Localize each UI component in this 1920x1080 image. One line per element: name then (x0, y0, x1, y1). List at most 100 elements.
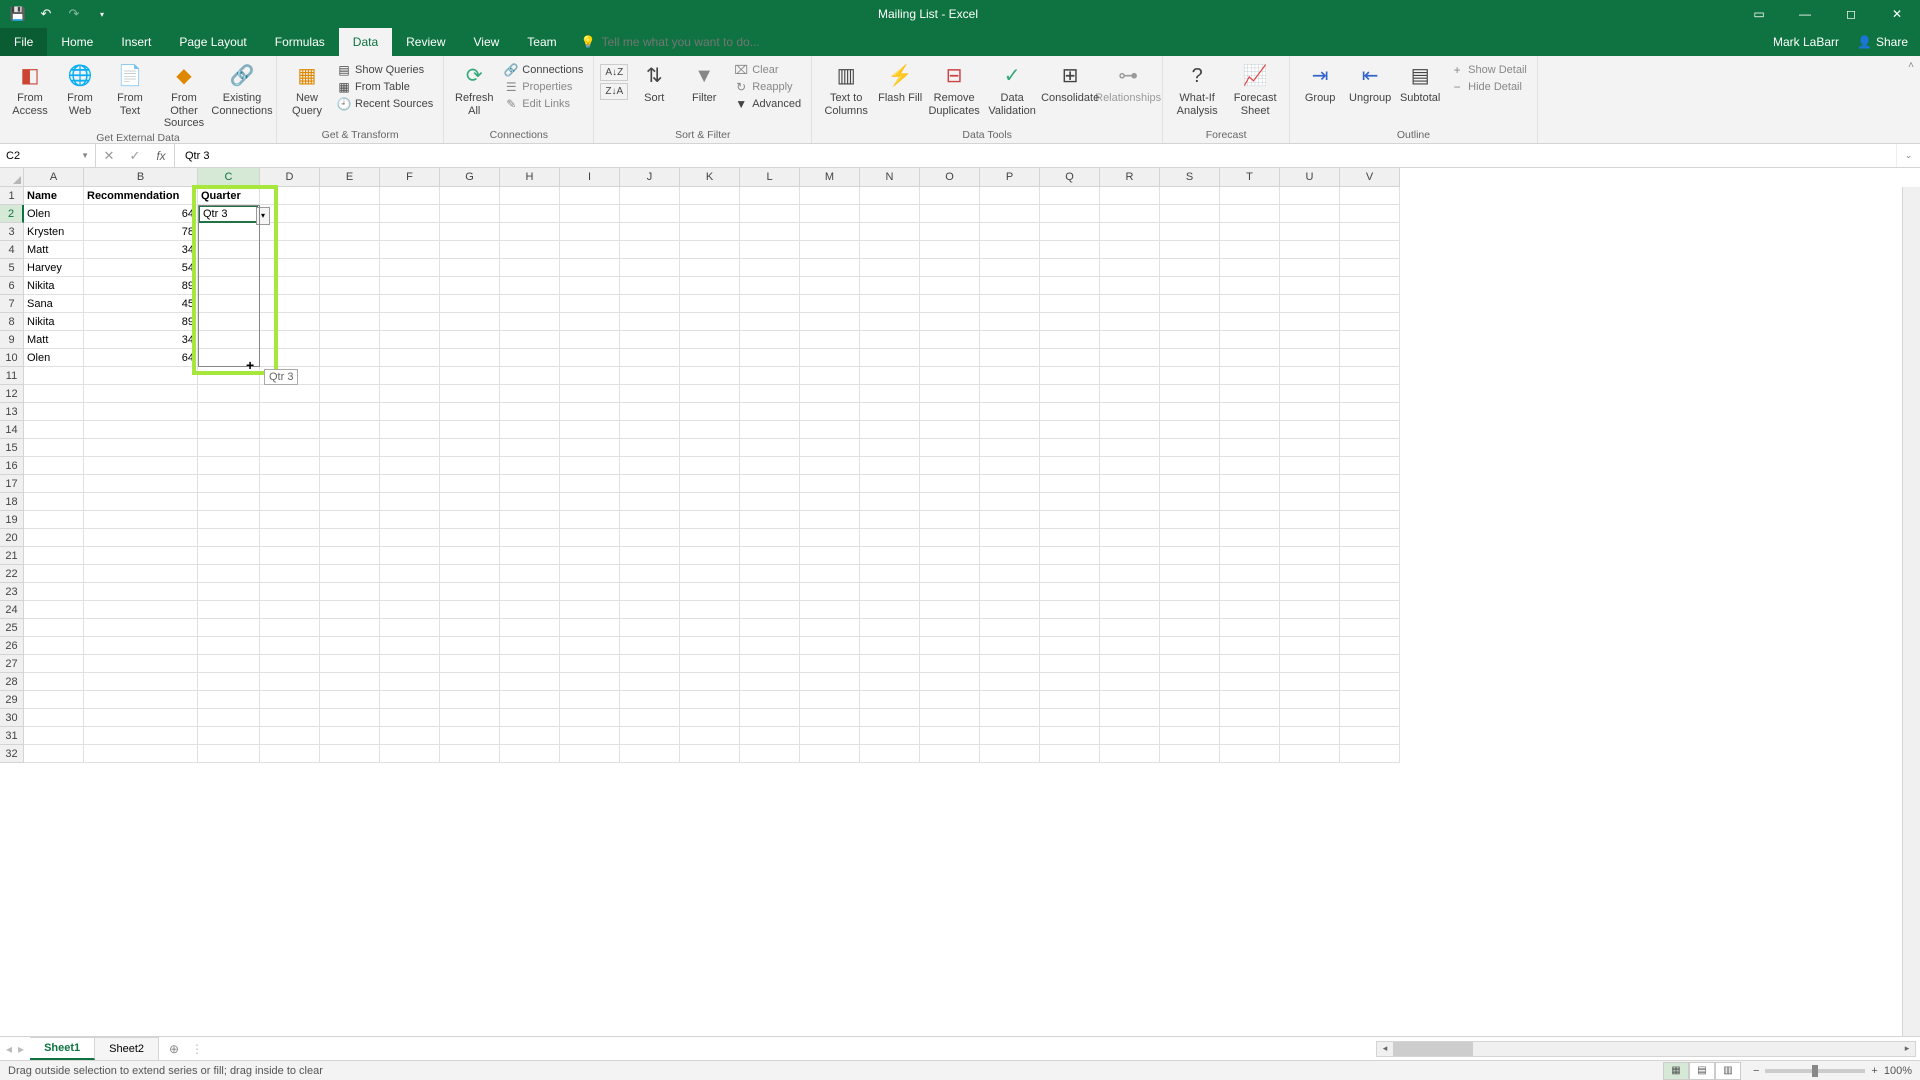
cell-G30[interactable] (440, 709, 500, 727)
cell-Q20[interactable] (1040, 529, 1100, 547)
from-text-button[interactable]: 📄From Text (106, 60, 154, 119)
cell-O6[interactable] (920, 277, 980, 295)
cell-M9[interactable] (800, 331, 860, 349)
cell-D1[interactable] (260, 187, 320, 205)
cell-D27[interactable] (260, 655, 320, 673)
cell-V30[interactable] (1340, 709, 1400, 727)
cell-Q8[interactable] (1040, 313, 1100, 331)
cell-E4[interactable] (320, 241, 380, 259)
cell-G29[interactable] (440, 691, 500, 709)
cell-V10[interactable] (1340, 349, 1400, 367)
cell-H5[interactable] (500, 259, 560, 277)
cell-N21[interactable] (860, 547, 920, 565)
tab-home[interactable]: Home (47, 28, 107, 56)
cell-B15[interactable] (84, 439, 198, 457)
cell-K29[interactable] (680, 691, 740, 709)
tab-file[interactable]: File (0, 28, 47, 56)
cell-S7[interactable] (1160, 295, 1220, 313)
cell-F28[interactable] (380, 673, 440, 691)
cell-J13[interactable] (620, 403, 680, 421)
cell-Q4[interactable] (1040, 241, 1100, 259)
cell-M26[interactable] (800, 637, 860, 655)
page-break-view-icon[interactable]: ▥ (1715, 1062, 1741, 1080)
row-header-9[interactable]: 9 (0, 331, 24, 349)
cell-M25[interactable] (800, 619, 860, 637)
cell-B3[interactable]: 78 (84, 223, 198, 241)
cell-R19[interactable] (1100, 511, 1160, 529)
cell-V18[interactable] (1340, 493, 1400, 511)
cell-T11[interactable] (1220, 367, 1280, 385)
cell-U22[interactable] (1280, 565, 1340, 583)
cell-S5[interactable] (1160, 259, 1220, 277)
cell-T32[interactable] (1220, 745, 1280, 763)
row-header-23[interactable]: 23 (0, 583, 24, 601)
cell-G24[interactable] (440, 601, 500, 619)
cell-O5[interactable] (920, 259, 980, 277)
cell-D19[interactable] (260, 511, 320, 529)
cell-L32[interactable] (740, 745, 800, 763)
cell-O21[interactable] (920, 547, 980, 565)
cell-I25[interactable] (560, 619, 620, 637)
cell-Q1[interactable] (1040, 187, 1100, 205)
cell-I12[interactable] (560, 385, 620, 403)
cell-B30[interactable] (84, 709, 198, 727)
cell-G9[interactable] (440, 331, 500, 349)
cell-P24[interactable] (980, 601, 1040, 619)
row-header-10[interactable]: 10 (0, 349, 24, 367)
cell-I13[interactable] (560, 403, 620, 421)
cell-E16[interactable] (320, 457, 380, 475)
cell-J16[interactable] (620, 457, 680, 475)
cell-B20[interactable] (84, 529, 198, 547)
cell-E14[interactable] (320, 421, 380, 439)
cell-H30[interactable] (500, 709, 560, 727)
cell-N23[interactable] (860, 583, 920, 601)
cell-O23[interactable] (920, 583, 980, 601)
cell-J31[interactable] (620, 727, 680, 745)
column-headers[interactable]: ABCDEFGHIJKLMNOPQRSTUV (24, 168, 1902, 187)
cell-A15[interactable] (24, 439, 84, 457)
cell-L10[interactable] (740, 349, 800, 367)
cell-R30[interactable] (1100, 709, 1160, 727)
cell-Q30[interactable] (1040, 709, 1100, 727)
cell-O20[interactable] (920, 529, 980, 547)
cell-G22[interactable] (440, 565, 500, 583)
cell-I24[interactable] (560, 601, 620, 619)
cell-J12[interactable] (620, 385, 680, 403)
row-header-3[interactable]: 3 (0, 223, 24, 241)
cell-I18[interactable] (560, 493, 620, 511)
cell-U3[interactable] (1280, 223, 1340, 241)
from-web-button[interactable]: 🌐From Web (56, 60, 104, 119)
cell-J15[interactable] (620, 439, 680, 457)
cell-E24[interactable] (320, 601, 380, 619)
cell-Q26[interactable] (1040, 637, 1100, 655)
cell-V7[interactable] (1340, 295, 1400, 313)
cell-F16[interactable] (380, 457, 440, 475)
cell-P13[interactable] (980, 403, 1040, 421)
cell-K17[interactable] (680, 475, 740, 493)
cell-G21[interactable] (440, 547, 500, 565)
cell-F7[interactable] (380, 295, 440, 313)
cell-E9[interactable] (320, 331, 380, 349)
col-header-K[interactable]: K (680, 168, 740, 187)
col-header-G[interactable]: G (440, 168, 500, 187)
cell-I29[interactable] (560, 691, 620, 709)
cell-Q18[interactable] (1040, 493, 1100, 511)
cell-C15[interactable] (198, 439, 260, 457)
cell-M4[interactable] (800, 241, 860, 259)
cell-Q21[interactable] (1040, 547, 1100, 565)
cell-A26[interactable] (24, 637, 84, 655)
cell-P17[interactable] (980, 475, 1040, 493)
cell-B8[interactable]: 89 (84, 313, 198, 331)
cell-M30[interactable] (800, 709, 860, 727)
cell-V29[interactable] (1340, 691, 1400, 709)
cell-J26[interactable] (620, 637, 680, 655)
cell-N30[interactable] (860, 709, 920, 727)
tell-me[interactable]: 💡 (581, 28, 822, 56)
from-access-button[interactable]: ◧From Access (6, 60, 54, 119)
from-other-sources-button[interactable]: ◆From Other Sources (156, 60, 212, 132)
cell-Q14[interactable] (1040, 421, 1100, 439)
cell-N27[interactable] (860, 655, 920, 673)
cell-G13[interactable] (440, 403, 500, 421)
cell-C6[interactable] (198, 277, 260, 295)
cell-C16[interactable] (198, 457, 260, 475)
